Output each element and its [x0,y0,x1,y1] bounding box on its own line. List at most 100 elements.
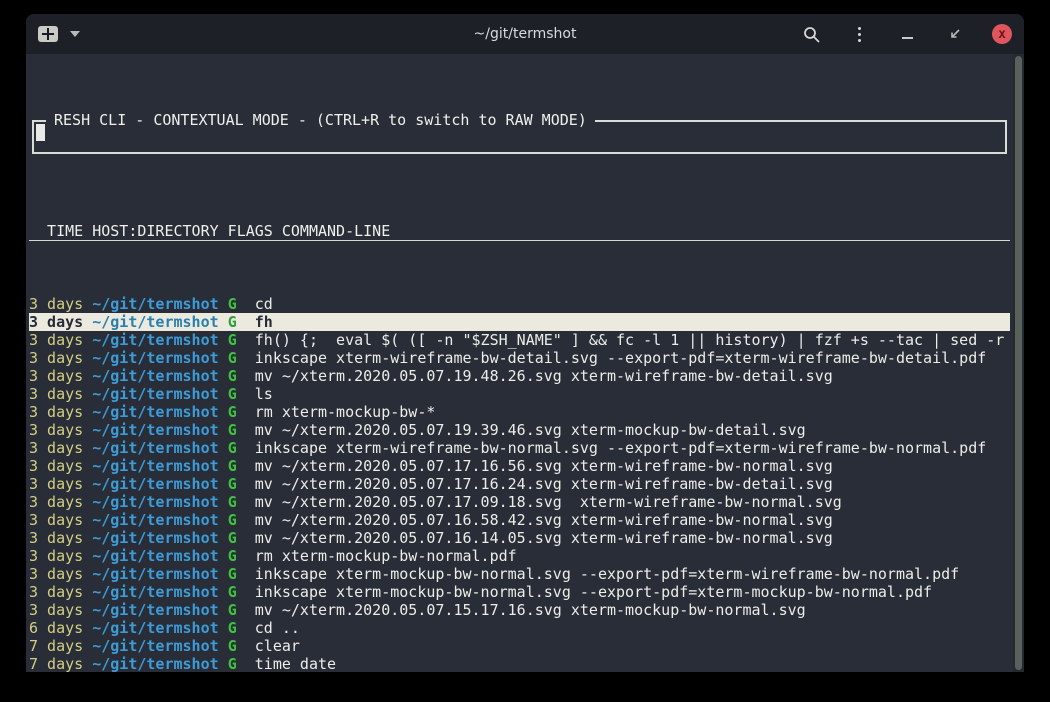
spacer [237,403,255,421]
row-directory: ~/git/termshot [92,385,218,403]
spacer [83,367,92,385]
row-flags: G [228,295,237,313]
spacer [83,493,92,511]
history-row[interactable]: 3 days ~/git/termshot G cd [29,295,1010,313]
row-command: fh() {; eval $( ([ -n "$ZSH_NAME" ] && f… [255,331,1005,349]
spacer [237,313,255,331]
spacer [237,529,255,547]
titlebar: ~/git/termshot x [26,14,1024,54]
search-icon[interactable] [800,23,822,45]
spacer [237,493,255,511]
row-time: 7 days [29,637,83,655]
row-command: ls [255,385,273,403]
row-directory: ~/git/termshot [92,565,218,583]
spacer [237,547,255,565]
row-directory: ~/git/termshot [92,619,218,637]
row-flags: G [228,565,237,583]
minimize-icon[interactable] [896,23,918,45]
spacer [83,349,92,367]
row-time: 3 days [29,511,83,529]
history-row[interactable]: 3 days ~/git/termshot G mv ~/xterm.2020.… [29,601,1010,619]
row-time: 3 days [29,295,83,313]
spacer [237,331,255,349]
row-flags: G [228,331,237,349]
history-row[interactable]: 3 days ~/git/termshot G inkscape xterm-w… [29,349,1010,367]
row-flags: G [228,475,237,493]
history-row[interactable]: 3 days ~/git/termshot G rm xterm-mockup-… [29,403,1010,421]
row-directory: ~/git/termshot [92,349,218,367]
spacer [83,439,92,457]
history-row[interactable]: 3 days ~/git/termshot G mv ~/xterm.2020.… [29,457,1010,475]
history-row[interactable]: 3 days ~/git/termshot G rm xterm-mockup-… [29,547,1010,565]
restore-icon[interactable] [944,23,966,45]
history-row[interactable]: 3 days ~/git/termshot G mv ~/xterm.2020.… [29,421,1010,439]
text-cursor[interactable] [36,124,45,141]
spacer [219,313,228,331]
history-row[interactable]: 3 days ~/git/termshot G fh() {; eval $( … [29,331,1010,349]
spacer [219,493,228,511]
spacer [219,583,228,601]
row-flags: G [228,385,237,403]
history-row[interactable]: 6 days ~/git/termshot G cd .. [29,619,1010,637]
row-time: 3 days [29,601,83,619]
row-directory: ~/git/termshot [92,601,218,619]
history-table-header: TIME HOST:DIRECTORY FLAGS COMMAND-LINE [29,222,1010,241]
spacer [219,367,228,385]
row-directory: ~/git/termshot [92,403,218,421]
history-row[interactable]: 7 days ~/git/termshot G time date [29,655,1010,672]
row-command: mv ~/xterm.2020.05.07.17.16.24.svg xterm… [255,475,833,493]
resh-header-box: RESH CLI - CONTEXTUAL MODE - (CTRL+R to … [32,120,1007,154]
row-flags: G [228,349,237,367]
history-row[interactable]: 7 days ~/git/termshot G clear [29,637,1010,655]
spacer [219,565,228,583]
row-command: mv ~/xterm.2020.05.07.17.16.56.svg xterm… [255,457,833,475]
row-directory: ~/git/termshot [92,529,218,547]
spacer [219,403,228,421]
history-row[interactable]: 3 days ~/git/termshot G mv ~/xterm.2020.… [29,475,1010,493]
row-directory: ~/git/termshot [92,331,218,349]
row-command: cd .. [255,619,300,637]
history-row[interactable]: 3 days ~/git/termshot G fh [29,313,1010,331]
spacer [237,619,255,637]
history-row[interactable]: 3 days ~/git/termshot G mv ~/xterm.2020.… [29,511,1010,529]
history-row[interactable]: 3 days ~/git/termshot G inkscape xterm-m… [29,565,1010,583]
history-row[interactable]: 3 days ~/git/termshot G mv ~/xterm.2020.… [29,493,1010,511]
history-row[interactable]: 3 days ~/git/termshot G mv ~/xterm.2020.… [29,529,1010,547]
history-rows: 3 days ~/git/termshot G cd3 days ~/git/t… [29,295,1010,672]
spacer [237,385,255,403]
scrollbar[interactable] [1013,54,1024,672]
row-time: 3 days [29,421,83,439]
spacer [219,637,228,655]
row-command: mv ~/xterm.2020.05.07.19.39.46.svg xterm… [255,421,806,439]
spacer [237,655,255,672]
spacer [219,511,228,529]
close-button[interactable]: x [992,24,1012,44]
row-directory: ~/git/termshot [92,637,218,655]
spacer [219,529,228,547]
menu-kebab-icon[interactable] [848,23,870,45]
row-flags: G [228,493,237,511]
spacer [237,475,255,493]
spacer [83,565,92,583]
new-tab-icon[interactable] [38,26,58,42]
history-row[interactable]: 3 days ~/git/termshot G inkscape xterm-w… [29,439,1010,457]
row-flags: G [228,547,237,565]
chevron-down-icon[interactable] [70,31,80,37]
spacer [83,295,92,313]
row-command: cd [255,295,273,313]
history-row[interactable]: 3 days ~/git/termshot G ls [29,385,1010,403]
spacer [219,295,228,313]
row-time: 3 days [29,349,83,367]
spacer [237,583,255,601]
history-row[interactable]: 3 days ~/git/termshot G inkscape xterm-m… [29,583,1010,601]
history-row[interactable]: 3 days ~/git/termshot G mv ~/xterm.2020.… [29,367,1010,385]
row-time: 7 days [29,655,83,672]
spacer [83,475,92,493]
row-command: time date [255,655,336,672]
spacer [219,439,228,457]
row-flags: G [228,655,237,672]
row-flags: G [228,367,237,385]
spacer [219,655,228,672]
scrollbar-thumb[interactable] [1015,56,1022,670]
spacer [219,457,228,475]
